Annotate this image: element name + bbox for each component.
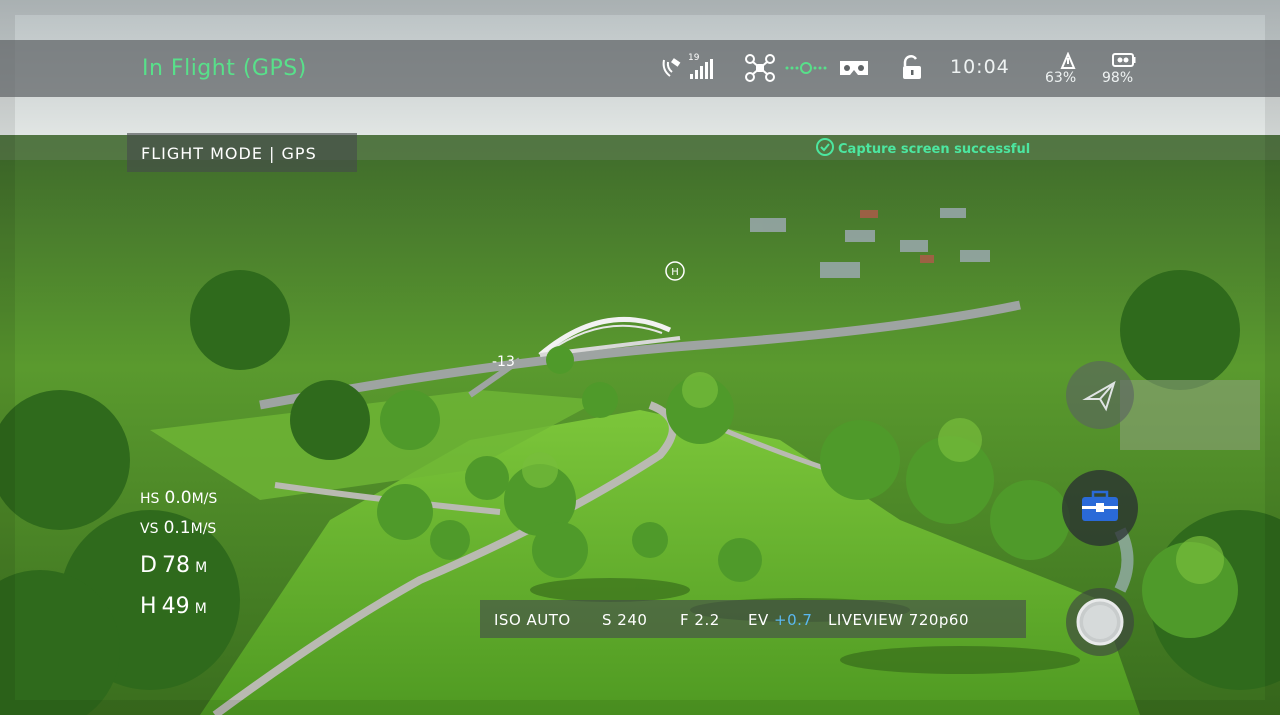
d-label: D [140, 553, 157, 578]
vs-label: VS [140, 521, 159, 537]
vr-goggles-icon[interactable] [838, 58, 870, 78]
iso-setting[interactable]: ISO AUTO [494, 611, 571, 629]
drone-icon[interactable] [744, 53, 776, 83]
d-unit: M [195, 560, 208, 576]
capture-notification: Capture screen successful [838, 142, 1031, 157]
rc-battery-icon [1060, 52, 1076, 69]
ev-setting[interactable]: EV +0.7 [748, 611, 812, 629]
hs-label: HS [140, 491, 160, 507]
hs-value: 0.0 [164, 488, 192, 508]
link-signal-icon [785, 62, 827, 74]
flight-mode-label: FLIGHT MODE | GPS [141, 144, 317, 163]
d-value: 78 [162, 553, 191, 578]
heading-value: -13 [492, 354, 515, 370]
svg-text:H: H [671, 267, 679, 278]
h-value: 49 [161, 594, 190, 619]
distance: D 78 M [140, 553, 207, 578]
aircraft-battery-icon [1112, 53, 1136, 67]
intelligent-flight-button[interactable] [1066, 361, 1134, 429]
vs-unit: M/S [190, 521, 217, 537]
satellite-count: 19 [688, 53, 700, 63]
flight-status[interactable]: In Flight (GPS) [142, 56, 307, 81]
ev-value: +0.7 [774, 611, 813, 629]
home-point-icon: H [665, 261, 685, 281]
toolbox-button[interactable] [1062, 470, 1138, 546]
hs-unit: M/S [191, 491, 218, 507]
liveview-setting[interactable]: LIVEVIEW 720p60 [828, 611, 969, 629]
check-circle-icon [816, 138, 834, 156]
shutter-setting[interactable]: S 240 [602, 611, 647, 629]
paper-plane-icon [1082, 380, 1116, 412]
vs-value: 0.1 [163, 518, 191, 538]
rc-battery-percent: 63% [1045, 70, 1077, 86]
shutter-button[interactable] [1066, 588, 1134, 656]
aperture-setting[interactable]: F 2.2 [680, 611, 720, 629]
aircraft-battery-percent: 98% [1102, 70, 1134, 86]
toolbox-icon [1082, 490, 1118, 521]
horizontal-speed: HS 0.0M/S [140, 488, 217, 508]
vertical-speed: VS 0.1M/S [140, 518, 216, 538]
h-unit: M [194, 601, 207, 617]
shutter-button-icon [1076, 598, 1124, 646]
h-label: H [140, 594, 157, 619]
ev-label: EV [748, 611, 769, 629]
height: H 49 M [140, 594, 207, 619]
clock: 10:04 [950, 56, 1010, 78]
unlock-icon[interactable] [900, 55, 924, 81]
